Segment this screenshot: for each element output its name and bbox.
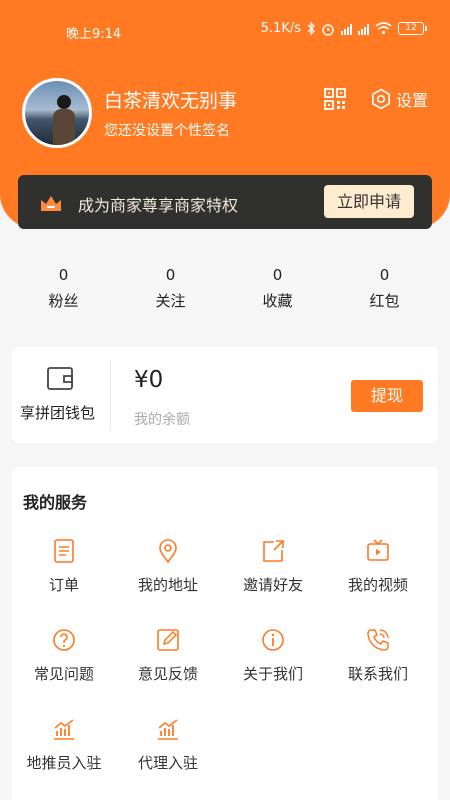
wallet-icon[interactable]: [46, 365, 74, 391]
service-label: 联系我们: [347, 665, 408, 683]
balance-label: 我的余额: [134, 412, 190, 428]
location-icon: [159, 539, 177, 564]
service-item-faq[interactable]: 常见问题: [14, 627, 114, 684]
service-label: 代理入驻: [137, 754, 198, 772]
service-label: 关于我们: [242, 665, 303, 683]
stat-value: 0: [165, 266, 176, 284]
services-title: 我的服务: [23, 493, 88, 512]
gear-icon: [372, 88, 390, 110]
bluetooth-icon: [307, 22, 315, 35]
service-item-promoter-join[interactable]: 地推员入驻: [14, 716, 114, 773]
avatar[interactable]: [22, 78, 92, 148]
network-speed: 5.1K/s: [260, 21, 301, 36]
service-item-invite[interactable]: 邀请好友: [223, 538, 323, 595]
battery-icon: 12: [398, 22, 427, 35]
crown-icon: [41, 196, 61, 211]
service-label: 我的视频: [347, 576, 408, 594]
signal-icon-2: [358, 23, 369, 35]
stat-following[interactable]: 0 关注: [117, 266, 224, 311]
service-item-orders[interactable]: 订单: [14, 538, 114, 595]
service-item-videos[interactable]: 我的视频: [328, 538, 428, 595]
username: 白茶清欢无别事: [104, 90, 238, 112]
phone-icon: [367, 629, 389, 651]
stats-row: 0 粉丝 0 关注 0 收藏 0 红包: [0, 266, 450, 311]
stat-label: 关注: [155, 292, 186, 310]
wifi-icon: [375, 22, 392, 35]
stat-label: 红包: [369, 292, 400, 310]
status-time: 晚上9:14: [66, 27, 122, 42]
apply-merchant-button[interactable]: 立即申请: [324, 185, 414, 218]
wallet-amount: ¥0: [134, 367, 164, 393]
feedback-icon: [157, 629, 179, 651]
stat-label: 粉丝: [48, 292, 79, 310]
service-label: 地推员入驻: [26, 754, 102, 772]
merchant-promo-text: 成为商家尊享商家特权: [78, 196, 239, 215]
order-icon: [54, 539, 74, 563]
stat-fans[interactable]: 0 粉丝: [10, 266, 117, 311]
signal-icon: [341, 23, 352, 35]
stat-favorites[interactable]: 0 收藏: [224, 266, 331, 311]
chart-icon: [158, 719, 178, 740]
service-item-address[interactable]: 我的地址: [118, 538, 218, 595]
service-label: 常见问题: [33, 665, 94, 683]
stat-value: 0: [58, 266, 69, 284]
wallet-label: 享拼团钱包: [20, 404, 96, 422]
service-label: 意见反馈: [137, 665, 198, 683]
qr-code-icon[interactable]: [323, 87, 347, 111]
question-icon: [53, 629, 75, 651]
status-bar: 晚上9:14 5.1K/s 12: [0, 0, 450, 62]
service-label: 邀请好友: [242, 576, 303, 594]
settings-label: 设置: [396, 91, 429, 110]
stat-red-packets[interactable]: 0 红包: [331, 266, 438, 311]
withdraw-button[interactable]: 提现: [351, 380, 423, 412]
video-icon: [367, 539, 389, 561]
chart-icon: [54, 719, 74, 740]
stat-label: 收藏: [262, 292, 293, 310]
settings-button[interactable]: 设置: [370, 87, 428, 111]
stat-value: 0: [272, 266, 283, 284]
service-item-agent-join[interactable]: 代理入驻: [118, 716, 218, 773]
alarm-icon: [322, 23, 334, 36]
info-icon: [262, 629, 284, 651]
services-card: 我的服务 订单 我的地址 邀请好友 我的视频 常见问题 意见反馈 关于我们 联系…: [12, 467, 438, 800]
stat-value: 0: [379, 266, 390, 284]
share-icon: [263, 540, 284, 562]
service-label: 订单: [48, 576, 79, 594]
service-item-about[interactable]: 关于我们: [223, 627, 323, 684]
service-item-contact[interactable]: 联系我们: [328, 627, 428, 684]
service-label: 我的地址: [137, 576, 198, 594]
wallet-divider: [110, 359, 111, 431]
signature[interactable]: 您还没设置个性签名: [104, 120, 230, 140]
wallet-card: 享拼团钱包 ¥0 我的余额 提现: [12, 347, 438, 443]
merchant-banner[interactable]: 成为商家尊享商家特权 立即申请: [18, 175, 432, 229]
service-item-feedback[interactable]: 意见反馈: [118, 627, 218, 684]
